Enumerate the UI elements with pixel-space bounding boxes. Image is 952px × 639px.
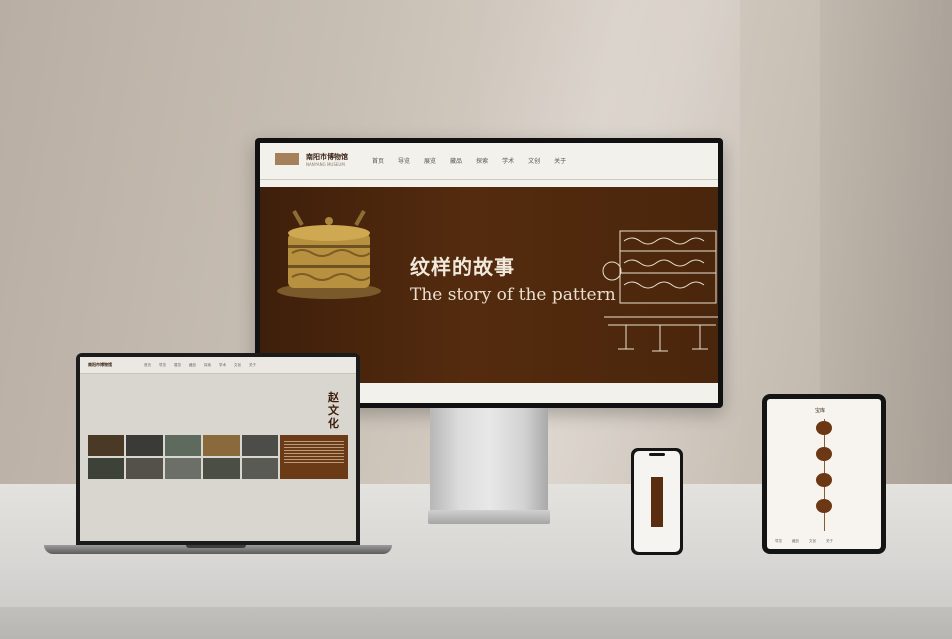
- laptop: 南阳市博物馆 首页 导览 展览 藏品 探索 学术 文创 关于 赵文化: [76, 353, 360, 545]
- menu-item-guide[interactable]: 导览: [398, 156, 410, 165]
- monitor-stand-base: [428, 510, 550, 524]
- tablet-screen: 宝库 导览 藏品 文创 关于: [767, 399, 881, 549]
- laptop-navbar: 南阳市博物馆 首页 导览 展览 藏品 探索 学术 文创 关于: [80, 357, 356, 374]
- menu-item-explore[interactable]: 探索: [476, 156, 488, 165]
- lap-menu-item[interactable]: 文创: [234, 363, 241, 368]
- timeline-artifact-icon[interactable]: [816, 499, 832, 513]
- laptop-heading: 赵文化: [328, 391, 339, 430]
- smartphone: [631, 448, 683, 555]
- lap-menu-item[interactable]: 藏品: [189, 363, 196, 368]
- lap-menu-item[interactable]: 学术: [219, 363, 226, 368]
- artifact-thumbnail[interactable]: [241, 435, 278, 456]
- menu-item-academic[interactable]: 学术: [502, 156, 514, 165]
- artifact-thumbnail[interactable]: [203, 435, 240, 456]
- laptop-text-panel: [280, 435, 348, 479]
- vessel-line-drawing: [602, 230, 718, 352]
- lap-menu-item[interactable]: 首页: [144, 363, 151, 368]
- tablet-bottom-bar: 导览 藏品 文创 关于: [775, 539, 833, 544]
- lap-menu-item[interactable]: 展览: [174, 363, 181, 368]
- monitor-logo-text[interactable]: 南阳市博物馆: [306, 152, 348, 162]
- tablet-bar-item[interactable]: 导览: [775, 539, 782, 544]
- laptop-notch: [186, 545, 246, 548]
- artifact-thumbnail[interactable]: [164, 458, 202, 479]
- phone-screen: [634, 451, 680, 552]
- phone-title-block: [651, 477, 663, 527]
- monitor-navbar: 南阳市博物馆 NANYANG MUSEUM 首页 导览 展览 藏品 探索 学术 …: [260, 143, 718, 180]
- monitor-stand: [430, 408, 548, 512]
- tablet-bar-item[interactable]: 关于: [826, 539, 833, 544]
- menu-item-exhibition[interactable]: 展览: [424, 156, 436, 165]
- tablet-bar-item[interactable]: 藏品: [792, 539, 799, 544]
- menu-item-collection[interactable]: 藏品: [450, 156, 462, 165]
- tablet: 宝库 导览 藏品 文创 关于: [762, 394, 886, 554]
- lap-menu-item[interactable]: 关于: [249, 363, 256, 368]
- monitor-menu: 首页 导览 展览 藏品 探索 学术 文创 关于: [372, 156, 566, 165]
- artifact-thumbnail[interactable]: [164, 435, 202, 456]
- phone-notch: [649, 453, 665, 456]
- artifact-thumbnail-grid: [88, 435, 278, 479]
- artifact-thumbnail[interactable]: [126, 435, 163, 456]
- timeline-artifact-icon[interactable]: [816, 447, 832, 461]
- timeline-artifact-icon[interactable]: [816, 473, 832, 487]
- laptop-screen: 南阳市博物馆 首页 导览 展览 藏品 探索 学术 文创 关于 赵文化: [80, 357, 356, 541]
- tablet-bar-item[interactable]: 文创: [809, 539, 816, 544]
- menu-item-creative[interactable]: 文创: [528, 156, 540, 165]
- tablet-title: 宝库: [815, 408, 826, 414]
- menu-item-home[interactable]: 首页: [372, 156, 384, 165]
- artifact-thumbnail[interactable]: [241, 458, 278, 479]
- bronze-vessel-image: [277, 210, 381, 299]
- lap-menu-item[interactable]: 探索: [204, 363, 211, 368]
- monitor-logo-sub: NANYANG MUSEUM: [306, 162, 345, 167]
- artifact-thumbnail[interactable]: [126, 458, 163, 479]
- artifact-thumbnail[interactable]: [203, 458, 240, 479]
- hero-title-en: The story of the pattern: [410, 285, 616, 305]
- menu-item-about[interactable]: 关于: [554, 156, 566, 165]
- lap-menu-item[interactable]: 导览: [159, 363, 166, 368]
- table-edge: [0, 607, 952, 639]
- laptop-logo-text[interactable]: 南阳市博物馆: [88, 362, 112, 368]
- hero-title-cn: 纹样的故事: [410, 255, 515, 279]
- artifact-thumbnail[interactable]: [88, 458, 125, 479]
- museum-logo-icon[interactable]: [275, 153, 299, 165]
- timeline-artifact-icon[interactable]: [816, 421, 832, 435]
- laptop-menu: 首页 导览 展览 藏品 探索 学术 文创 关于: [144, 363, 256, 368]
- artifact-thumbnail[interactable]: [88, 435, 125, 456]
